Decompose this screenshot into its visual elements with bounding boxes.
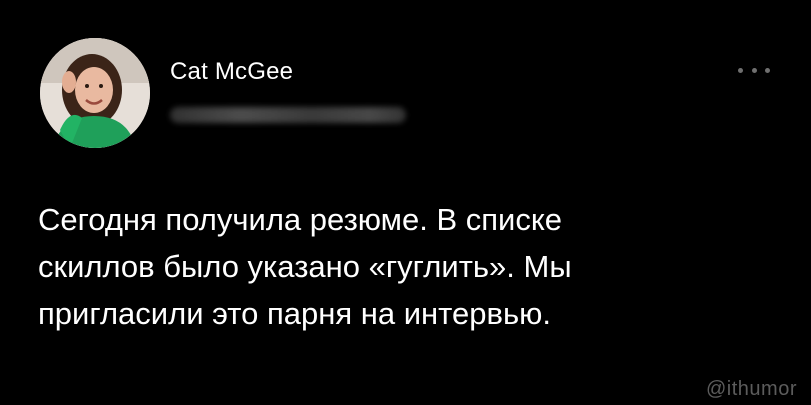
watermark: @ithumor xyxy=(706,378,797,400)
profile-photo xyxy=(40,38,150,148)
tweet-card: Cat McGee Сегодня получила резюме. В спи… xyxy=(0,0,811,405)
more-horizontal-icon[interactable] xyxy=(738,60,770,80)
tweet-text: Сегодня получила резюме. В списке скилло… xyxy=(38,202,572,331)
author-handle-redacted xyxy=(170,107,406,123)
dot-icon xyxy=(738,67,743,73)
dot-icon xyxy=(751,67,757,73)
dot-icon xyxy=(765,67,770,73)
avatar[interactable] xyxy=(40,38,150,148)
author-name[interactable]: Cat McGee xyxy=(170,58,293,86)
